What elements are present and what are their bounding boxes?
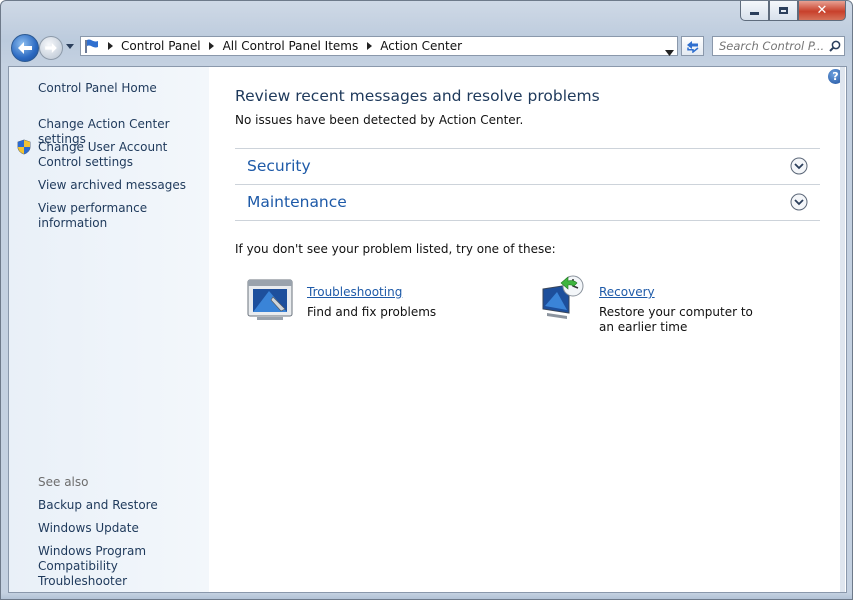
troubleshooting-link[interactable]: Troubleshooting xyxy=(307,285,402,299)
recovery-link[interactable]: Recovery xyxy=(599,285,655,299)
left-pane: Control Panel Home Change Action Center … xyxy=(9,67,209,592)
window: ✕ Control Panel All Control Panel Items … xyxy=(0,0,853,600)
arrow-right-icon xyxy=(45,43,57,53)
address-bar[interactable]: Control Panel All Control Panel Items Ac… xyxy=(80,36,678,56)
address-dropdown-button[interactable] xyxy=(665,41,674,60)
recovery-icon[interactable] xyxy=(539,275,585,319)
expand-chevron-icon[interactable] xyxy=(790,193,808,211)
control-panel-home-link[interactable]: Control Panel Home xyxy=(38,81,157,96)
minimize-button[interactable] xyxy=(740,1,769,21)
breadcrumb-arrow-icon[interactable] xyxy=(103,42,117,50)
chevron-down-icon xyxy=(66,43,74,49)
right-edge xyxy=(840,67,845,592)
maximize-icon xyxy=(779,7,788,14)
close-icon: ✕ xyxy=(816,3,828,18)
caption-buttons: ✕ xyxy=(740,1,846,21)
maximize-button[interactable] xyxy=(769,1,798,21)
change-uac-settings-link[interactable]: Change User Account Control settings xyxy=(38,140,206,170)
recovery-description: Restore your computer to an earlier time xyxy=(599,305,753,334)
breadcrumb-control-panel[interactable]: Control Panel xyxy=(117,39,205,53)
close-button[interactable]: ✕ xyxy=(798,1,846,21)
chevron-down-icon xyxy=(665,50,674,56)
search-icon[interactable] xyxy=(825,40,844,52)
breadcrumb-arrow-icon[interactable] xyxy=(205,42,219,50)
minimize-icon xyxy=(750,11,759,15)
troubleshooting-icon[interactable] xyxy=(247,279,293,321)
refresh-icon xyxy=(687,40,699,53)
content-area: Control Panel Home Change Action Center … xyxy=(8,66,847,593)
troubleshoot-hint: If you don't see your problem listed, tr… xyxy=(235,242,556,256)
backup-and-restore-link[interactable]: Backup and Restore xyxy=(38,498,158,513)
troubleshooting-description: Find and fix problems xyxy=(307,305,437,319)
window-bottom-border xyxy=(1,593,852,599)
security-section[interactable]: Security xyxy=(235,148,820,184)
breadcrumb-action-center[interactable]: Action Center xyxy=(376,39,466,53)
security-section-title[interactable]: Security xyxy=(247,157,311,175)
arrow-left-icon xyxy=(18,42,32,54)
search-input[interactable] xyxy=(713,38,825,54)
see-also-label: See also xyxy=(38,475,89,489)
refresh-button[interactable] xyxy=(681,36,704,56)
expand-chevron-icon[interactable] xyxy=(790,157,808,175)
status-message: No issues have been detected by Action C… xyxy=(235,113,524,127)
main-pane: Review recent messages and resolve probl… xyxy=(235,67,821,592)
back-button[interactable] xyxy=(11,34,39,62)
view-performance-information-link[interactable]: View performance information xyxy=(38,201,209,231)
breadcrumb-all-items[interactable]: All Control Panel Items xyxy=(219,39,363,53)
maintenance-section[interactable]: Maintenance xyxy=(235,184,820,221)
page-title: Review recent messages and resolve probl… xyxy=(235,87,600,105)
uac-shield-icon xyxy=(16,139,32,155)
breadcrumb-arrow-icon[interactable] xyxy=(362,42,376,50)
search-box[interactable] xyxy=(712,36,845,56)
forward-button[interactable] xyxy=(39,36,63,60)
view-archived-messages-link[interactable]: View archived messages xyxy=(38,178,186,193)
control-panel-icon xyxy=(81,37,103,55)
compatibility-troubleshooter-link[interactable]: Windows Program Compatibility Troublesho… xyxy=(38,544,206,589)
recent-pages-button[interactable] xyxy=(65,41,75,51)
maintenance-section-title[interactable]: Maintenance xyxy=(247,193,347,211)
windows-update-link[interactable]: Windows Update xyxy=(38,521,139,536)
